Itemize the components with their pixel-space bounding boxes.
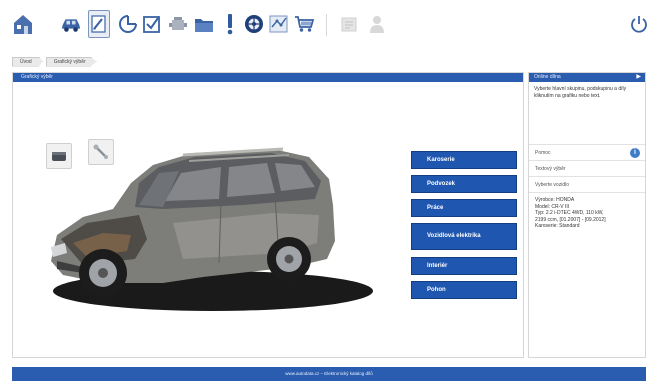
- folder-icon[interactable]: [193, 10, 215, 38]
- graphic-search-icon[interactable]: [88, 10, 110, 38]
- clock-icon[interactable]: [117, 10, 139, 38]
- vehicle-info-type: Typ: 2.2 i-DTEC 4WD, 110 kW,: [535, 210, 604, 217]
- info-icon[interactable]: i: [630, 148, 640, 158]
- car-icon[interactable]: [60, 10, 82, 38]
- toolbar-divider: [326, 14, 327, 36]
- user-icon[interactable]: [366, 10, 388, 38]
- engine-icon[interactable]: [167, 10, 189, 38]
- vehicle-illustration[interactable]: [43, 143, 373, 313]
- sidebar-title: Online dílna: [534, 74, 561, 80]
- sidebar-item-help[interactable]: Pomoc i: [529, 144, 645, 160]
- vehicle-info-model: Model: CR-V III: [535, 203, 570, 210]
- vehicle-info-engine: 2199 ccm, [01.2007] - [09.2012]: [535, 216, 606, 223]
- category-button-karoserie[interactable]: Karoserie: [411, 151, 517, 169]
- warning-icon[interactable]: [219, 10, 241, 38]
- sidebar-item-text-selection[interactable]: Textový výběr: [529, 160, 645, 176]
- footer: www.autodata.cz – Elektronický katalog d…: [12, 367, 646, 381]
- sidebar-help-text: Vyberte hlavní skupinu, podskupinu a díl…: [534, 86, 627, 99]
- vehicle-info-manufacturer: Výrobce: HONDA: [535, 197, 575, 203]
- diagram-icon[interactable]: [268, 10, 290, 38]
- category-button-vozidlova-elektrika[interactable]: Vozidlová elektrika: [411, 223, 517, 250]
- sidebar-header: Online dílna ▶: [529, 73, 645, 82]
- panel-title: Grafický výběr: [13, 73, 523, 82]
- power-icon[interactable]: [628, 10, 650, 38]
- wheel-icon[interactable]: [243, 10, 265, 38]
- category-button-interier[interactable]: Interiér: [411, 257, 517, 275]
- category-button-prace[interactable]: Práce: [411, 199, 517, 217]
- sidebar-item-help-label: Pomoc: [535, 150, 551, 156]
- checklist-icon[interactable]: [141, 10, 163, 38]
- graphic-selection-panel: Grafický výběr Karoserie Podvozek Práce …: [12, 72, 524, 358]
- category-button-pohon[interactable]: Pohon: [411, 281, 517, 299]
- vehicle-info-body: Karoserie: Standard: [535, 223, 580, 230]
- breadcrumb-item-home[interactable]: Úvod: [12, 56, 43, 67]
- sidebar-item-select-vehicle[interactable]: Vyberte vozidlo: [529, 176, 645, 192]
- sidebar-collapse-icon[interactable]: ▶: [636, 73, 641, 82]
- breadcrumb-item-graphic-selection[interactable]: Grafický výběr: [45, 56, 97, 67]
- vehicle-info: Výrobce: HONDA Model: CR-V III Typ: 2.2 …: [529, 192, 645, 234]
- breadcrumb: Úvod Grafický výběr: [12, 56, 100, 67]
- home-icon[interactable]: [12, 10, 34, 38]
- sidebar: Online dílna ▶ Vyberte hlavní skupinu, p…: [528, 72, 646, 358]
- main-toolbar: [0, 0, 657, 52]
- document-icon[interactable]: [338, 10, 360, 38]
- category-button-podvozek[interactable]: Podvozek: [411, 175, 517, 193]
- cart-icon[interactable]: [293, 10, 315, 38]
